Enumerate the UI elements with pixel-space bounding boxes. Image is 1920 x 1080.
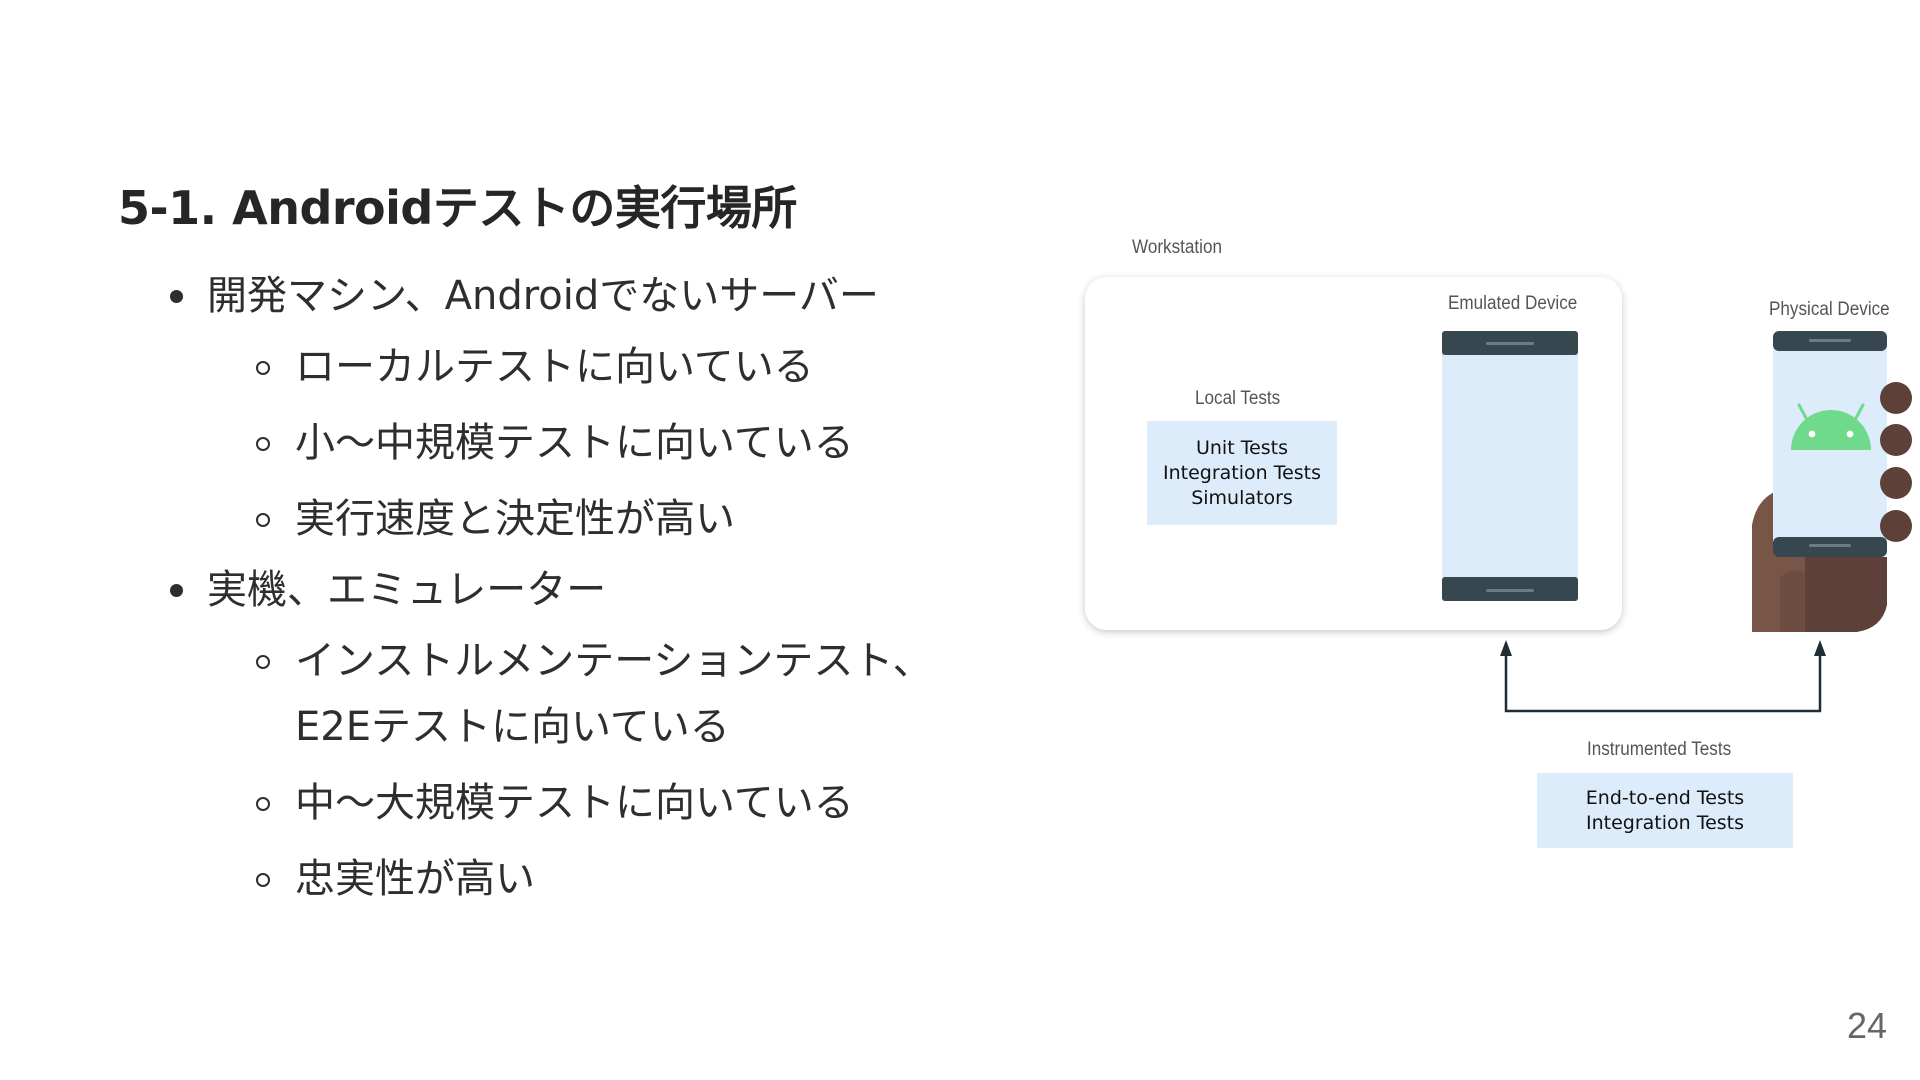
- local-test-item: Unit Tests: [1195, 436, 1289, 459]
- physical-device-label: Physical Device: [1769, 299, 1890, 320]
- local-tests-box: Unit Tests Integration Tests Simulators: [1147, 421, 1337, 525]
- sub-bullet-list: ローカルテストに向いている 小〜中規模テストに向いている 実行速度と決定性が高い: [207, 334, 945, 552]
- instrumented-tests-connector: [1500, 640, 1826, 713]
- physical-device: [1752, 331, 1912, 632]
- instrumented-test-item: Integration Tests: [1585, 811, 1745, 834]
- sub-bullet-list: インストルメンテーションテスト、E2Eテストに向いている 中〜大規模テストに向い…: [207, 628, 945, 912]
- instrumented-test-item: End-to-end Tests: [1585, 786, 1745, 809]
- diagram-graphics: [1085, 277, 1912, 713]
- page-number: 24: [1846, 1005, 1887, 1046]
- sub-bullet-item: 実行速度と決定性が高い: [207, 486, 945, 552]
- sub-bullet-item: ローカルテストに向いている: [207, 334, 945, 400]
- test-location-diagram: Workstation Emulated Device Physical Dev…: [1060, 225, 1920, 865]
- sub-bullet-item: 忠実性が高い: [207, 846, 945, 912]
- instrumented-tests-box: End-to-end Tests Integration Tests: [1537, 773, 1793, 848]
- bullet-list: 開発マシン、Androidでないサーバー ローカルテストに向いている 小〜中規模…: [165, 268, 945, 922]
- bullet-text: 開発マシン、Androidでないサーバー: [207, 273, 879, 319]
- emulated-device-label: Emulated Device: [1448, 293, 1578, 314]
- bullet-item: 開発マシン、Androidでないサーバー ローカルテストに向いている 小〜中規模…: [165, 268, 945, 552]
- slide-title: 5-1. Androidテストの実行場所: [118, 181, 797, 235]
- instrumented-tests-label: Instrumented Tests: [1587, 739, 1732, 760]
- sub-bullet-item: 小〜中規模テストに向いている: [207, 410, 945, 476]
- sub-bullet-item: 中〜大規模テストに向いている: [207, 770, 945, 836]
- workstation-label: Workstation: [1132, 237, 1222, 258]
- local-test-item: Integration Tests: [1162, 461, 1322, 484]
- sub-bullet-item: インストルメンテーションテスト、E2Eテストに向いている: [207, 628, 955, 760]
- local-tests-label: Local Tests: [1195, 388, 1281, 409]
- bullet-item: 実機、エミュレーター インストルメンテーションテスト、E2Eテストに向いている …: [165, 562, 945, 912]
- emulated-device: [1442, 331, 1578, 601]
- bullet-text: 実機、エミュレーター: [207, 567, 607, 613]
- local-test-item: Simulators: [1191, 486, 1293, 509]
- android-logo-icon: [1791, 403, 1871, 450]
